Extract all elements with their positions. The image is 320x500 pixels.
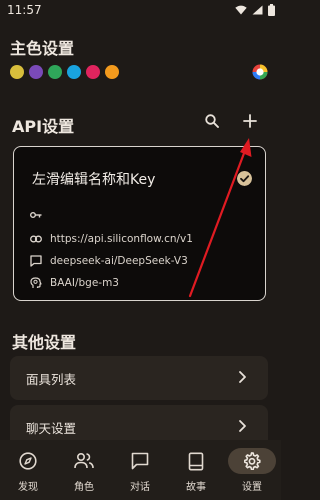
api-search-button[interactable] xyxy=(201,110,223,132)
api-key-row xyxy=(30,209,50,221)
swatch-2[interactable] xyxy=(48,65,62,79)
swatch-5[interactable] xyxy=(105,65,119,79)
nav-item-characters[interactable]: 角色 xyxy=(56,440,112,500)
link-icon xyxy=(30,233,42,245)
list-item-mask-list[interactable]: 面具列表 xyxy=(10,356,268,400)
chat-settings-label: 聊天设置 xyxy=(26,421,77,436)
chat-icon xyxy=(131,452,149,470)
status-bar: 11:57 xyxy=(0,0,281,22)
mask-list-label: 面具列表 xyxy=(26,372,77,387)
chevron-right-icon xyxy=(239,420,246,432)
api-url-value: https://api.siliconflow.cn/v1 xyxy=(50,233,193,245)
compass-icon xyxy=(19,452,37,470)
wifi-icon xyxy=(235,5,247,15)
chevron-right-icon xyxy=(239,371,246,383)
color-palette-icon[interactable] xyxy=(252,64,268,80)
api-section-title: API设置 xyxy=(12,117,75,136)
nav-item-conversations[interactable]: 对话 xyxy=(112,440,168,500)
nav-item-discover[interactable]: 发现 xyxy=(0,440,56,500)
api-add-button[interactable] xyxy=(239,110,261,132)
api-url-row: https://api.siliconflow.cn/v1 xyxy=(30,233,193,245)
swatch-4[interactable] xyxy=(86,65,100,79)
api-config-card[interactable]: 左滑编辑名称和Key https://api.siliconflow.cn/v1 xyxy=(13,146,266,301)
nav-item-settings[interactable]: 设置 xyxy=(224,440,280,500)
nav-label-stories: 故事 xyxy=(186,482,206,493)
nav-item-stories[interactable]: 故事 xyxy=(168,440,224,500)
signal-icon xyxy=(252,5,263,15)
selected-check-icon xyxy=(237,171,252,186)
theme-swatches xyxy=(10,65,119,79)
swatch-3[interactable] xyxy=(67,65,81,79)
status-time: 11:57 xyxy=(7,3,42,17)
gear-icon xyxy=(243,452,261,470)
api-model-value: deepseek-ai/DeepSeek-V3 xyxy=(50,255,188,267)
swatch-0[interactable] xyxy=(10,65,24,79)
brain-icon xyxy=(30,277,42,289)
api-model-row: deepseek-ai/DeepSeek-V3 xyxy=(30,255,188,267)
chat-bubble-icon xyxy=(30,255,42,267)
api-embedding-row: BAAI/bge-m3 xyxy=(30,277,119,289)
search-icon xyxy=(205,114,219,128)
bottom-navigation: 发现 角色 对话 故事 设置 xyxy=(0,440,281,500)
key-icon xyxy=(30,209,42,221)
nav-label-conversations: 对话 xyxy=(130,482,150,493)
battery-icon xyxy=(268,4,275,16)
nav-label-discover: 发现 xyxy=(18,482,38,493)
people-icon xyxy=(74,452,94,469)
api-embedding-value: BAAI/bge-m3 xyxy=(50,277,119,289)
plus-icon xyxy=(243,114,257,128)
nav-label-settings: 设置 xyxy=(242,482,262,493)
other-section-title: 其他设置 xyxy=(12,333,77,352)
theme-section-title: 主色设置 xyxy=(10,39,75,58)
api-card-title: 左滑编辑名称和Key xyxy=(32,172,156,188)
swatch-1[interactable] xyxy=(29,65,43,79)
status-icons xyxy=(235,4,275,16)
book-icon xyxy=(188,451,204,470)
nav-label-characters: 角色 xyxy=(74,482,94,493)
